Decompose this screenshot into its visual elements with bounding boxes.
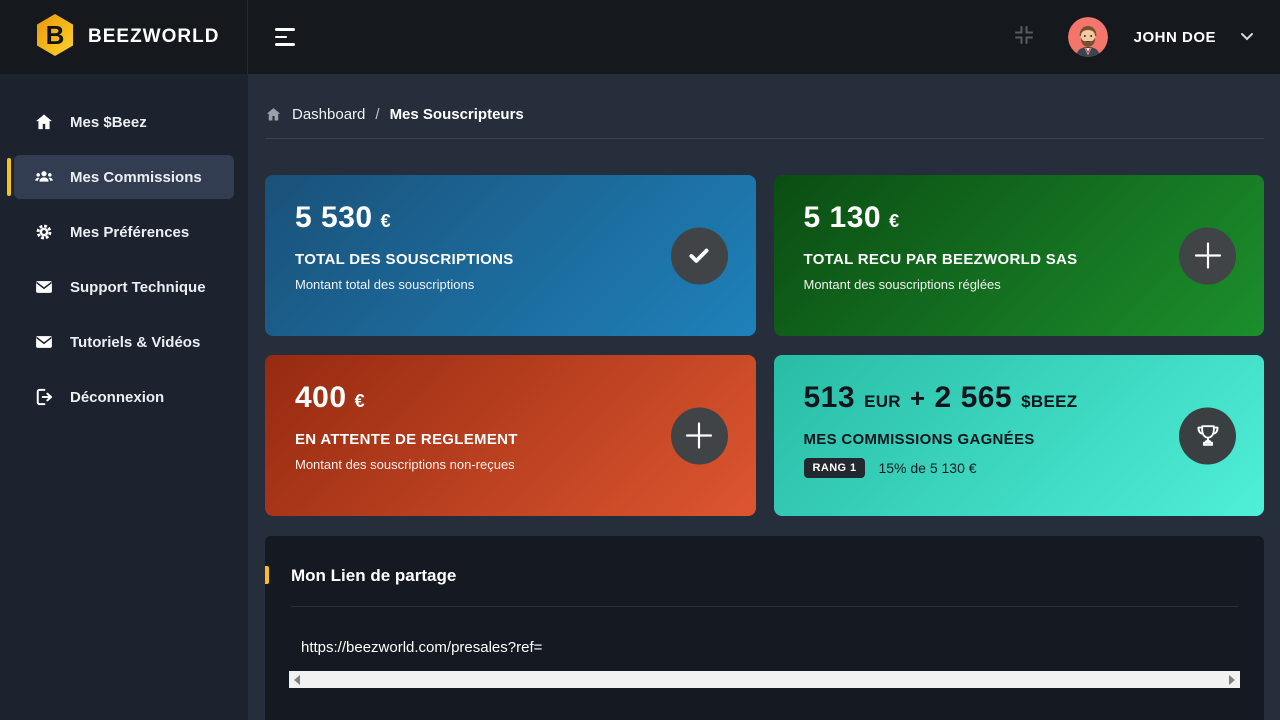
envelope-icon (34, 277, 54, 297)
card-plus-operator: + (910, 385, 926, 411)
sidebar-item-label: Mes Préférences (70, 224, 189, 241)
share-panel-divider (291, 606, 1238, 607)
horizontal-scrollbar[interactable] (289, 671, 1240, 688)
card-currency: € (381, 212, 392, 230)
breadcrumb-current-page: Mes Souscripteurs (390, 106, 524, 123)
card-commissions-gagnees: 513 EUR + 2 565 $BEEZ MES COMMISSIONS GA… (774, 355, 1265, 516)
sidebar: Mes $Beez Mes Commissions Mes Préfér (0, 74, 248, 720)
sidebar-item-mes-beez[interactable]: Mes $Beez (14, 100, 234, 144)
sidebar-item-tutoriels-videos[interactable]: Tutoriels & Vidéos (14, 320, 234, 364)
card-amount: 400 (295, 383, 347, 413)
scrollbar-right-arrow-icon[interactable] (1229, 675, 1235, 685)
card-en-attente: 400 € EN ATTENTE DE REGLEMENT Montant de… (265, 355, 756, 516)
plus-icon[interactable] (1179, 227, 1236, 284)
sidebar-item-label: Support Technique (70, 279, 206, 296)
breadcrumb: Dashboard / Mes Souscripteurs (265, 74, 1264, 123)
card-value: 5 130 € (804, 203, 1235, 233)
user-avatar[interactable] (1068, 17, 1108, 57)
card-value: 400 € (295, 383, 726, 413)
card-subtitle: Montant total des souscriptions (295, 277, 726, 292)
breadcrumb-dashboard[interactable]: Dashboard (292, 106, 365, 123)
sidebar-item-label: Déconnexion (70, 389, 164, 406)
brand-logo: B BEEZWORLD (0, 0, 248, 74)
hamburger-menu-icon[interactable] (275, 28, 295, 46)
sidebar-item-support-technique[interactable]: Support Technique (14, 265, 234, 309)
share-link-panel: Mon Lien de partage https://beezworld.co… (265, 536, 1264, 720)
card-total-souscriptions: 5 530 € TOTAL DES SOUSCRIPTIONS Montant … (265, 175, 756, 336)
stat-cards-grid: 5 530 € TOTAL DES SOUSCRIPTIONS Montant … (265, 175, 1264, 516)
brand-name: BEEZWORLD (88, 26, 219, 48)
card-title: TOTAL DES SOUSCRIPTIONS (295, 251, 726, 268)
header-actions: JOHN DOE (1012, 17, 1280, 57)
envelope-icon (34, 332, 54, 352)
breadcrumb-divider (265, 138, 1264, 139)
sidebar-item-mes-preferences[interactable]: Mes Préférences (14, 210, 234, 254)
svg-text:B: B (46, 20, 65, 50)
card-total-recu: 5 130 € TOTAL RECU PAR BEEZWORLD SAS Mon… (774, 175, 1265, 336)
card-amount: 5 130 (804, 203, 882, 233)
chevron-down-icon[interactable] (1240, 28, 1254, 46)
card-currency: € (889, 212, 900, 230)
compress-fullscreen-icon[interactable] (1012, 23, 1036, 52)
trophy-icon (1179, 407, 1236, 464)
plus-icon[interactable] (671, 407, 728, 464)
user-name[interactable]: JOHN DOE (1134, 29, 1216, 46)
gear-icon (34, 222, 54, 242)
rank-badge: RANG 1 (804, 458, 866, 478)
card-value: 513 EUR + 2 565 $BEEZ (804, 383, 1235, 413)
card-unit-eur: EUR (864, 393, 901, 410)
card-amount: 5 530 (295, 203, 373, 233)
card-value: 5 530 € (295, 203, 726, 233)
rank-row: RANG 1 15% de 5 130 € (804, 458, 1235, 478)
check-icon (671, 227, 728, 284)
sidebar-item-deconnexion[interactable]: Déconnexion (14, 375, 234, 419)
card-title: MES COMMISSIONS GAGNÉES (804, 431, 1235, 448)
card-unit-beez: $BEEZ (1021, 393, 1077, 410)
card-subtitle: Montant des souscriptions réglées (804, 277, 1235, 292)
logout-icon (34, 387, 54, 407)
sidebar-item-label: Tutoriels & Vidéos (70, 334, 200, 351)
hexagon-logo-icon: B (32, 12, 78, 63)
rank-detail: 15% de 5 130 € (878, 460, 976, 476)
card-title: TOTAL RECU PAR BEEZWORLD SAS (804, 251, 1235, 268)
card-amount-beez: 2 565 (935, 383, 1013, 413)
users-icon (34, 167, 54, 187)
card-amount-eur: 513 (804, 383, 856, 413)
card-currency: € (355, 392, 366, 410)
breadcrumb-separator: / (375, 106, 379, 123)
top-bar: B BEEZWORLD (0, 0, 1280, 74)
main-content: Dashboard / Mes Souscripteurs 5 530 € TO… (248, 74, 1280, 720)
card-title: EN ATTENTE DE REGLEMENT (295, 431, 726, 448)
share-panel-title: Mon Lien de partage (291, 566, 1238, 586)
sidebar-item-label: Mes Commissions (70, 169, 202, 186)
scrollbar-left-arrow-icon[interactable] (294, 675, 300, 685)
home-icon (265, 106, 282, 123)
home-icon (34, 112, 54, 132)
sidebar-item-mes-commissions[interactable]: Mes Commissions (14, 155, 234, 199)
sidebar-item-label: Mes $Beez (70, 114, 147, 131)
referral-link[interactable]: https://beezworld.com/presales?ref= (301, 639, 1238, 656)
card-subtitle: Montant des souscriptions non-reçues (295, 457, 726, 472)
